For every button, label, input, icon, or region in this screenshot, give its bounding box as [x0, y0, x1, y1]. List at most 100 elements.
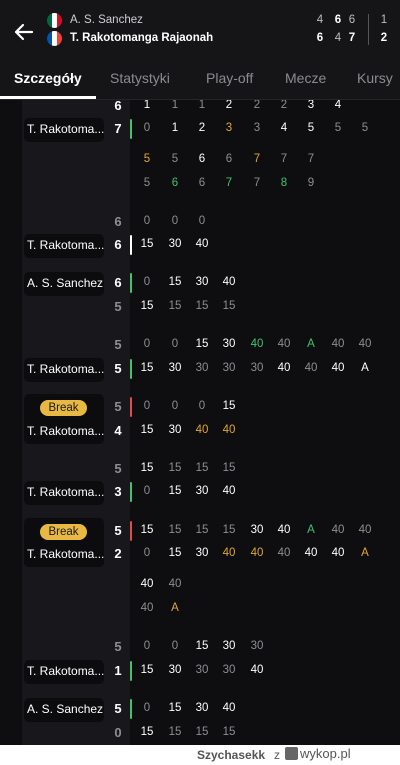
player-label[interactable]: T. Rakotoma...	[27, 362, 109, 376]
point-score: 5	[307, 122, 315, 134]
point-score: 15	[168, 547, 182, 559]
point-score: 0	[171, 640, 179, 652]
player-label[interactable]: T. Rakotoma...	[27, 664, 109, 678]
point-score: 40	[222, 547, 236, 559]
point-score: 30	[222, 362, 236, 374]
tab-odds[interactable]: Kursy	[357, 70, 393, 86]
game-score: 5	[114, 337, 122, 352]
player-label[interactable]: T. Rakotoma...	[27, 122, 109, 136]
game-indicator-bar	[130, 397, 132, 417]
point-score: 5	[143, 153, 151, 165]
point-score: 15	[168, 524, 182, 536]
point-score: 40	[250, 664, 264, 676]
sets-won: 2	[380, 32, 388, 44]
point-score: 30	[168, 362, 182, 374]
point-score: 30	[195, 702, 209, 714]
point-score: 2	[198, 122, 206, 134]
point-score: 40	[140, 578, 154, 590]
point-score: 30	[195, 485, 209, 497]
point-score: 2	[225, 100, 233, 111]
point-score: 15	[168, 702, 182, 714]
point-score: 1	[143, 100, 151, 111]
point-score: 3	[307, 100, 315, 111]
point-score: 0	[143, 485, 151, 497]
point-score: 5	[143, 177, 151, 189]
active-tab-indicator	[0, 96, 96, 99]
player-1-name[interactable]: A. S. Sanchez	[70, 14, 143, 26]
point-score: 40	[331, 338, 345, 350]
point-score: 5	[334, 122, 342, 134]
tab-matches[interactable]: Mecze	[285, 70, 326, 86]
point-score: 40	[304, 362, 318, 374]
point-score: 40	[277, 524, 291, 536]
point-score: 15	[222, 462, 236, 474]
point-score: 40	[358, 338, 372, 350]
point-score: 40	[277, 338, 291, 350]
player-label[interactable]: T. Rakotoma...	[27, 238, 109, 252]
point-score: 15	[140, 462, 154, 474]
flag-france-icon	[47, 31, 62, 46]
point-score: 15	[168, 300, 182, 312]
watermark-user: Szychasekk	[197, 748, 266, 762]
point-score: 15	[140, 424, 154, 436]
point-score: 40	[250, 338, 264, 350]
break-badge: Break	[40, 400, 87, 416]
point-score: 40	[195, 238, 209, 250]
player-label[interactable]: T. Rakotoma...	[27, 485, 109, 499]
point-by-point[interactable]: T. Rakotoma... 6 1 1 1 2 2 2 3 4 7 0 1 2 3 3 4 5 5 5 5 5 6 6 7 7 7…	[0, 100, 400, 745]
point-score: 40	[331, 362, 345, 374]
point-score: 4	[334, 100, 342, 111]
point-score: 6	[171, 177, 179, 189]
tab-playoff[interactable]: Play-off	[206, 70, 253, 86]
point-score: 30	[222, 338, 236, 350]
point-score: 15	[140, 664, 154, 676]
point-score: 15	[195, 640, 209, 652]
game-indicator-bar	[130, 521, 132, 541]
point-score: 30	[195, 664, 209, 676]
set-score: 6	[348, 14, 356, 26]
point-score: 40	[358, 524, 372, 536]
tab-details[interactable]: Szczegóły	[14, 70, 82, 86]
player-2-name[interactable]: T. Rakotomanga Rajaonah	[70, 32, 213, 44]
point-score: 30	[222, 640, 236, 652]
point-score: 7	[253, 153, 261, 165]
tab-bar: Szczegóły Statystyki Play-off Mecze Kurs…	[0, 62, 400, 100]
game-score: 7	[114, 121, 122, 136]
game-indicator-bar	[130, 235, 132, 255]
player-label[interactable]: A. S. Sanchez	[27, 702, 109, 716]
wykop-logo: wykop.pl	[285, 746, 351, 761]
point-score: 3	[225, 122, 233, 134]
point-score: 2	[280, 100, 288, 111]
point-score: 0	[171, 400, 179, 412]
point-score: 30	[195, 547, 209, 559]
point-score: 0	[198, 215, 206, 227]
player-label[interactable]: A. S. Sanchez	[27, 276, 109, 290]
sets-won: 1	[380, 14, 388, 26]
point-score: 0	[143, 276, 151, 288]
game-score: 5	[114, 461, 122, 476]
tab-statistics[interactable]: Statystyki	[110, 70, 170, 86]
point-score: 0	[143, 215, 151, 227]
player-label[interactable]: T. Rakotoma...	[27, 424, 109, 438]
set-score: 4	[316, 14, 324, 26]
point-score: 30	[195, 276, 209, 288]
flag-mexico-icon	[47, 13, 62, 28]
point-score: A	[171, 602, 179, 614]
score-divider	[368, 14, 369, 45]
set-score: 7	[348, 32, 356, 44]
point-score: 40	[222, 276, 236, 288]
point-score: 1	[171, 122, 179, 134]
point-score: 0	[143, 702, 151, 714]
game-score: 6	[114, 275, 122, 290]
game-score: 0	[114, 725, 122, 740]
point-score: 5	[171, 153, 179, 165]
point-score: 15	[168, 726, 182, 738]
point-score: 7	[280, 153, 288, 165]
player-label[interactable]: T. Rakotoma...	[27, 547, 109, 561]
point-score: 7	[253, 177, 261, 189]
back-arrow-icon[interactable]	[10, 18, 38, 46]
point-score: 0	[143, 547, 151, 559]
point-score: 6	[198, 153, 206, 165]
game-score: 3	[114, 484, 122, 499]
point-score: 7	[225, 177, 233, 189]
